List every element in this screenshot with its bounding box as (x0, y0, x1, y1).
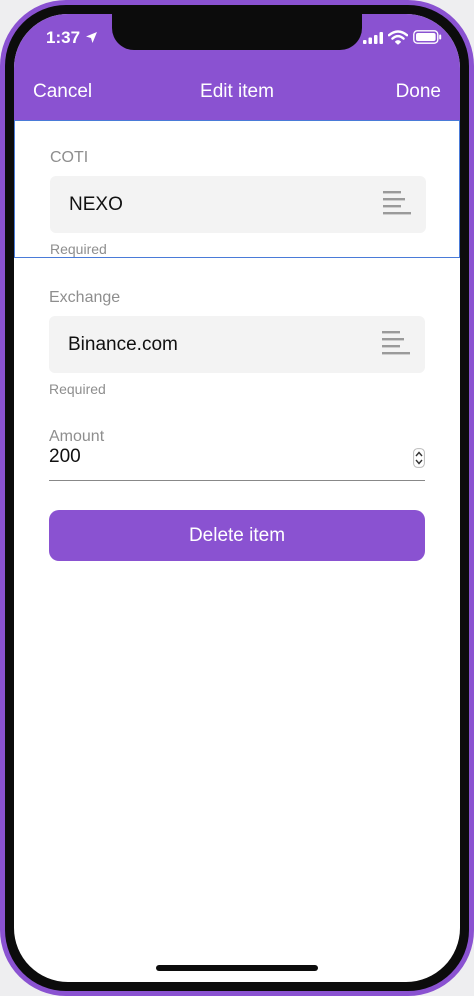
app-header: 1:37 Cancel Edit item Done (14, 14, 460, 120)
coti-label: COTI (50, 149, 89, 166)
location-arrow-icon (86, 32, 97, 43)
device-notch (112, 14, 362, 50)
stepper-icon[interactable] (413, 448, 425, 468)
amount-value: 200 (49, 446, 81, 467)
coti-helper-text: Required (50, 241, 107, 257)
battery-icon (413, 30, 442, 44)
exchange-select[interactable]: Binance.com (49, 316, 425, 373)
list-icon[interactable] (382, 330, 410, 358)
exchange-helper-text: Required (49, 381, 106, 397)
coti-value: NEXO (69, 194, 123, 215)
exchange-value: Binance.com (68, 334, 178, 355)
status-time: 1:37 (46, 28, 81, 47)
page-title: Edit item (200, 81, 274, 102)
home-indicator (156, 965, 318, 971)
coti-select[interactable]: NEXO (50, 176, 426, 233)
wifi-icon (388, 30, 408, 45)
app-screen: 1:37 Cancel Edit item Done COTI NEXO Req… (14, 14, 460, 982)
delete-item-button[interactable]: Delete item (49, 510, 425, 561)
amount-input[interactable]: 200 (49, 444, 425, 481)
done-button[interactable]: Done (396, 81, 441, 103)
signal-icon (363, 32, 383, 44)
list-icon[interactable] (383, 190, 411, 218)
coti-section: COTI NEXO Required (14, 120, 460, 258)
exchange-label: Exchange (49, 289, 121, 306)
